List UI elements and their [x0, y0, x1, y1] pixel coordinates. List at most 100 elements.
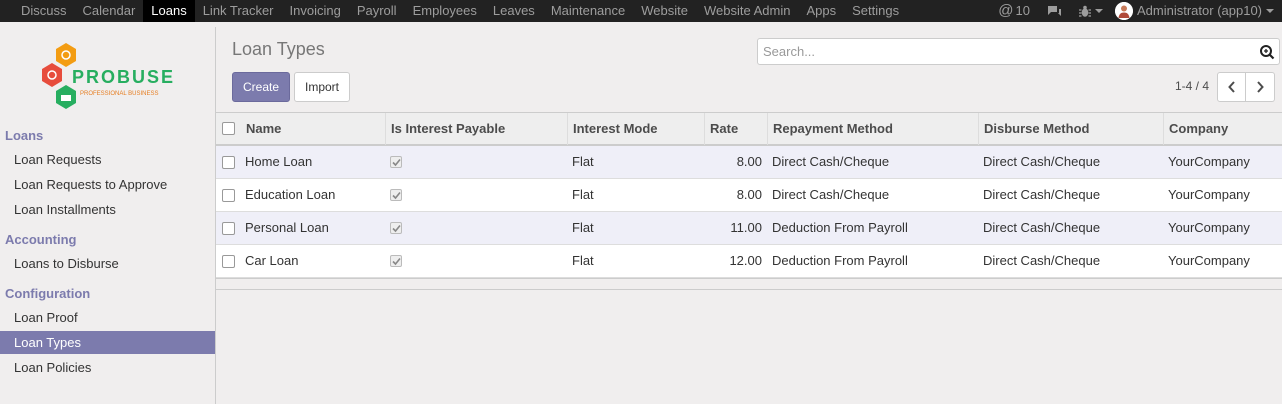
- cell-disburse-method: Direct Cash/Cheque: [983, 220, 1101, 235]
- table-row[interactable]: Home Loan Flat 8.00 Direct Cash/Cheque D…: [216, 146, 1282, 179]
- svg-text:PROBUSE: PROBUSE: [72, 67, 175, 87]
- search-input[interactable]: [758, 39, 1238, 64]
- column-header-company[interactable]: Company: [1163, 113, 1282, 145]
- chevron-down-icon: [1095, 9, 1103, 13]
- chevron-right-icon: [1257, 81, 1264, 93]
- cell-name: Education Loan: [245, 187, 336, 202]
- cell-repayment-method: Deduction From Payroll: [772, 220, 908, 235]
- sidebar-item-loan-requests-to-approve[interactable]: Loan Requests to Approve: [0, 173, 215, 196]
- table-row[interactable]: Car Loan Flat 12.00 Deduction From Payro…: [216, 245, 1282, 278]
- menu-item-maintenance[interactable]: Maintenance: [543, 0, 633, 22]
- user-name: Administrator (app10): [1137, 3, 1262, 18]
- chat-bubbles-icon: [1048, 5, 1061, 16]
- menu-item-leaves[interactable]: Leaves: [485, 0, 543, 22]
- sidebar-item-loan-proof[interactable]: Loan Proof: [0, 306, 215, 329]
- row-checkbox[interactable]: [222, 255, 235, 268]
- page-title: Loan Types: [232, 39, 325, 59]
- pager-value[interactable]: 1-4 / 4: [1175, 79, 1209, 93]
- cell-interest-mode: Flat: [572, 253, 594, 268]
- column-header-repayment-method[interactable]: Repayment Method: [767, 113, 979, 145]
- row-checkbox[interactable]: [222, 156, 235, 169]
- menu-item-settings[interactable]: Settings: [844, 0, 907, 22]
- menu-item-calendar[interactable]: Calendar: [75, 0, 144, 22]
- chevron-down-icon: [1266, 9, 1274, 13]
- select-all-checkbox[interactable]: [222, 122, 235, 135]
- cell-rate: 11.00: [730, 220, 762, 235]
- svg-text:PROFESSIONAL BUSINESS: PROFESSIONAL BUSINESS: [80, 91, 158, 97]
- menu-item-loans[interactable]: Loans: [143, 0, 195, 22]
- menu-item-apps[interactable]: Apps: [798, 0, 844, 22]
- table-footer: [216, 278, 1282, 290]
- sidebar-section-accounting: Accounting: [5, 232, 77, 247]
- top-navbar: Discuss Calendar Loans Link Tracker Invo…: [0, 0, 1282, 22]
- company-logo: PROBUSE PROFESSIONAL BUSINESS: [36, 41, 181, 113]
- systray: @ 10 Administrator (app10): [998, 0, 1282, 22]
- menu-item-website[interactable]: Website: [633, 0, 696, 22]
- avatar: [1115, 2, 1133, 20]
- table-header: Name Is Interest Payable Interest Mode R…: [216, 112, 1282, 146]
- column-header-interest-payable[interactable]: Is Interest Payable: [385, 113, 568, 145]
- row-checkbox[interactable]: [222, 189, 235, 202]
- sidebar-section-loans: Loans: [5, 128, 44, 143]
- menu-item-website-admin[interactable]: Website Admin: [696, 0, 798, 22]
- cell-name: Personal Loan: [245, 220, 329, 235]
- sidebar-item-loan-policies[interactable]: Loan Policies: [0, 356, 215, 379]
- chevron-left-icon: [1227, 81, 1235, 93]
- cell-name: Car Loan: [245, 253, 299, 268]
- cell-interest-mode: Flat: [572, 154, 594, 169]
- menu-item-discuss[interactable]: Discuss: [0, 0, 75, 22]
- chat-button[interactable]: [1047, 5, 1063, 18]
- sidebar-item-loan-types[interactable]: Loan Types: [0, 331, 215, 354]
- menu-item-payroll[interactable]: Payroll: [349, 0, 405, 22]
- sidebar-item-loans-to-disburse[interactable]: Loans to Disburse: [0, 252, 215, 275]
- cell-rate: 8.00: [736, 154, 762, 169]
- table-row[interactable]: Personal Loan Flat 11.00 Deduction From …: [216, 212, 1282, 245]
- table-row[interactable]: Education Loan Flat 8.00 Direct Cash/Che…: [216, 179, 1282, 212]
- pager-previous-button[interactable]: [1217, 72, 1246, 102]
- cell-company: YourCompany: [1168, 187, 1250, 202]
- interest-payable-checkbox: [390, 189, 402, 201]
- main-content: Loan Types Create Import 1-4 / 4 Name Is…: [216, 27, 1282, 404]
- cell-disburse-method: Direct Cash/Cheque: [983, 253, 1101, 268]
- cell-company: YourCompany: [1168, 220, 1250, 235]
- cell-interest-mode: Flat: [572, 187, 594, 202]
- cell-repayment-method: Direct Cash/Cheque: [772, 154, 890, 169]
- interest-payable-checkbox: [390, 255, 402, 267]
- mentions-count: 10: [1015, 3, 1030, 18]
- cell-company: YourCompany: [1168, 154, 1250, 169]
- menu-item-invoicing[interactable]: Invoicing: [282, 0, 349, 22]
- search-icon[interactable]: [1259, 44, 1275, 60]
- column-header-interest-mode[interactable]: Interest Mode: [567, 113, 705, 145]
- create-button[interactable]: Create: [232, 72, 290, 102]
- column-header-rate[interactable]: Rate: [704, 113, 768, 145]
- cell-rate: 12.00: [729, 253, 762, 268]
- column-header-name[interactable]: Name: [240, 113, 386, 145]
- menu-item-link-tracker[interactable]: Link Tracker: [195, 0, 282, 22]
- cell-company: YourCompany: [1168, 253, 1250, 268]
- list-view-table: Name Is Interest Payable Interest Mode R…: [216, 112, 1282, 290]
- sidebar: PROBUSE PROFESSIONAL BUSINESS Loans Loan…: [0, 27, 216, 404]
- mentions-button[interactable]: @ 10: [998, 0, 1030, 22]
- search-box: [757, 38, 1280, 65]
- at-icon: @: [998, 2, 1014, 19]
- interest-payable-checkbox: [390, 222, 402, 234]
- cell-disburse-method: Direct Cash/Cheque: [983, 154, 1101, 169]
- cell-repayment-method: Deduction From Payroll: [772, 253, 908, 268]
- bug-icon: [1079, 5, 1091, 17]
- pager-next-button[interactable]: [1246, 72, 1275, 102]
- cell-repayment-method: Direct Cash/Cheque: [772, 187, 890, 202]
- app-menu: Discuss Calendar Loans Link Tracker Invo…: [0, 0, 907, 22]
- interest-payable-checkbox: [390, 156, 402, 168]
- debug-menu-button[interactable]: [1079, 5, 1103, 18]
- import-button[interactable]: Import: [294, 72, 350, 102]
- cell-interest-mode: Flat: [572, 220, 594, 235]
- sidebar-section-configuration: Configuration: [5, 286, 91, 301]
- column-header-disburse-method[interactable]: Disburse Method: [978, 113, 1164, 145]
- cell-name: Home Loan: [245, 154, 313, 169]
- cell-disburse-method: Direct Cash/Cheque: [983, 187, 1101, 202]
- sidebar-item-loan-installments[interactable]: Loan Installments: [0, 198, 215, 221]
- menu-item-employees[interactable]: Employees: [405, 0, 485, 22]
- sidebar-item-loan-requests[interactable]: Loan Requests: [0, 148, 215, 171]
- row-checkbox[interactable]: [222, 222, 235, 235]
- user-menu[interactable]: Administrator (app10): [1115, 0, 1274, 22]
